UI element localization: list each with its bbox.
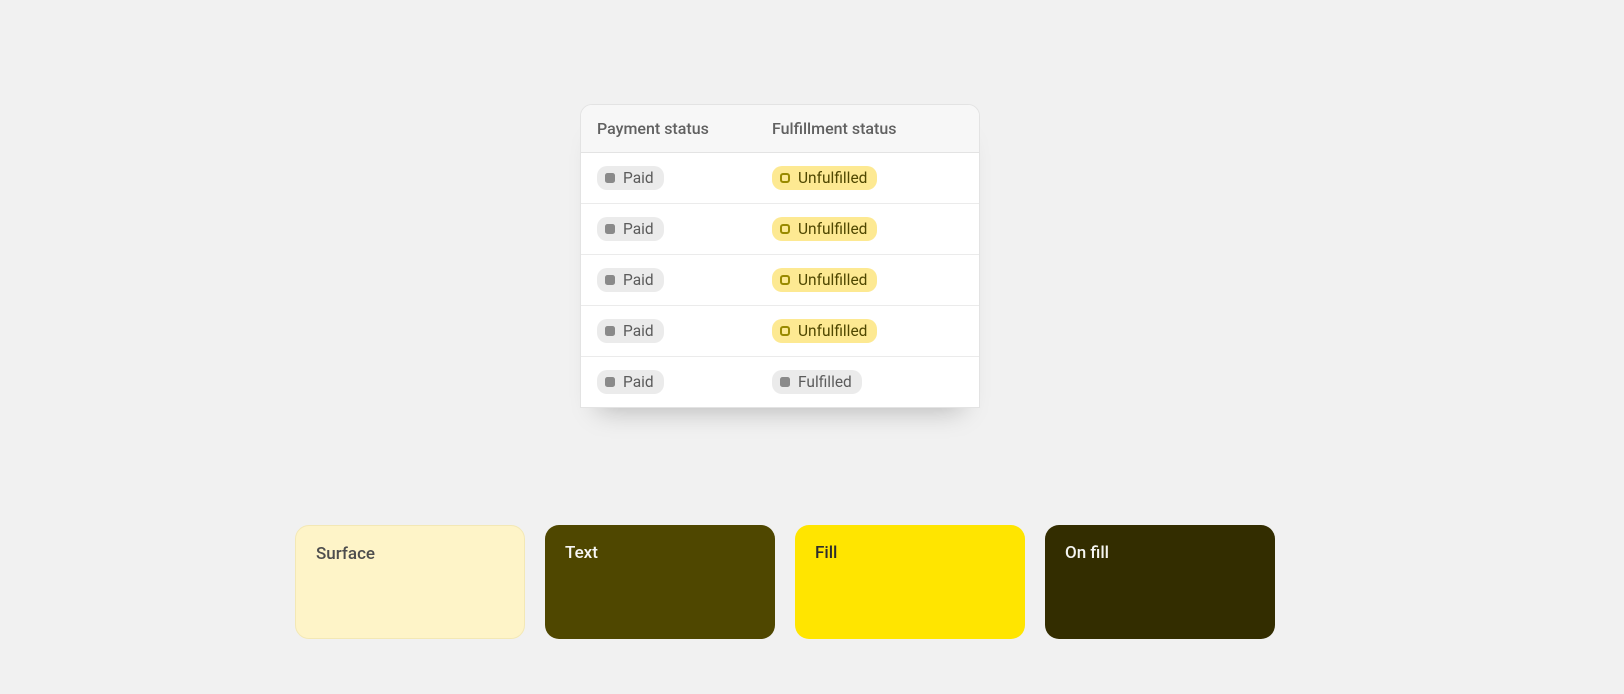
payment-status-badge: Paid: [597, 268, 664, 292]
status-dot-icon: [780, 377, 790, 387]
cell-payment: Paid: [581, 255, 756, 305]
color-swatch: Surface: [295, 525, 525, 639]
payment-status-badge: Paid: [597, 217, 664, 241]
payment-status-label: Paid: [623, 322, 654, 340]
status-ring-icon: [780, 173, 790, 183]
column-header-payment: Payment status: [581, 105, 756, 152]
swatch-label: On fill: [1065, 543, 1109, 563]
status-ring-icon: [780, 326, 790, 336]
status-ring-icon: [780, 224, 790, 234]
payment-status-badge: Paid: [597, 166, 664, 190]
payment-status-badge: Paid: [597, 370, 664, 394]
payment-status-label: Paid: [623, 271, 654, 289]
fulfillment-status-badge: Unfulfilled: [772, 268, 877, 292]
cell-fulfillment: Unfulfilled: [756, 153, 979, 203]
cell-payment: Paid: [581, 306, 756, 356]
table-row[interactable]: Paid Unfulfilled: [581, 204, 979, 255]
table-row[interactable]: Paid Unfulfilled: [581, 153, 979, 204]
fulfillment-status-label: Unfulfilled: [798, 220, 867, 238]
payment-status-label: Paid: [623, 169, 654, 187]
swatch-label: Text: [565, 543, 598, 563]
color-swatch: On fill: [1045, 525, 1275, 639]
fulfillment-status-label: Fulfilled: [798, 373, 852, 391]
fulfillment-status-badge: Unfulfilled: [772, 217, 877, 241]
status-dot-icon: [605, 173, 615, 183]
status-dot-icon: [605, 326, 615, 336]
cell-fulfillment: Fulfilled: [756, 357, 979, 407]
color-swatch: Fill: [795, 525, 1025, 639]
payment-status-label: Paid: [623, 373, 654, 391]
cell-fulfillment: Unfulfilled: [756, 255, 979, 305]
status-dot-icon: [605, 377, 615, 387]
fulfillment-status-badge: Fulfilled: [772, 370, 862, 394]
status-table: Payment status Fulfillment status Paid Un…: [580, 104, 980, 408]
fulfillment-status-label: Unfulfilled: [798, 322, 867, 340]
swatch-label: Fill: [815, 543, 837, 563]
payment-status-label: Paid: [623, 220, 654, 238]
color-swatch: Text: [545, 525, 775, 639]
cell-payment: Paid: [581, 153, 756, 203]
cell-payment: Paid: [581, 357, 756, 407]
fulfillment-status-badge: Unfulfilled: [772, 319, 877, 343]
table-row[interactable]: Paid Unfulfilled: [581, 255, 979, 306]
column-header-fulfillment: Fulfillment status: [756, 105, 979, 152]
status-ring-icon: [780, 275, 790, 285]
fulfillment-status-label: Unfulfilled: [798, 271, 867, 289]
cell-payment: Paid: [581, 204, 756, 254]
payment-status-badge: Paid: [597, 319, 664, 343]
fulfillment-status-label: Unfulfilled: [798, 169, 867, 187]
cell-fulfillment: Unfulfilled: [756, 306, 979, 356]
status-dot-icon: [605, 224, 615, 234]
fulfillment-status-badge: Unfulfilled: [772, 166, 877, 190]
cell-fulfillment: Unfulfilled: [756, 204, 979, 254]
swatch-label: Surface: [316, 544, 375, 564]
table-row[interactable]: Paid Unfulfilled: [581, 306, 979, 357]
table-row[interactable]: Paid Fulfilled: [581, 357, 979, 407]
table-header-row: Payment status Fulfillment status: [581, 105, 979, 153]
color-swatch-row: Surface Text Fill On fill: [295, 525, 1275, 639]
status-dot-icon: [605, 275, 615, 285]
